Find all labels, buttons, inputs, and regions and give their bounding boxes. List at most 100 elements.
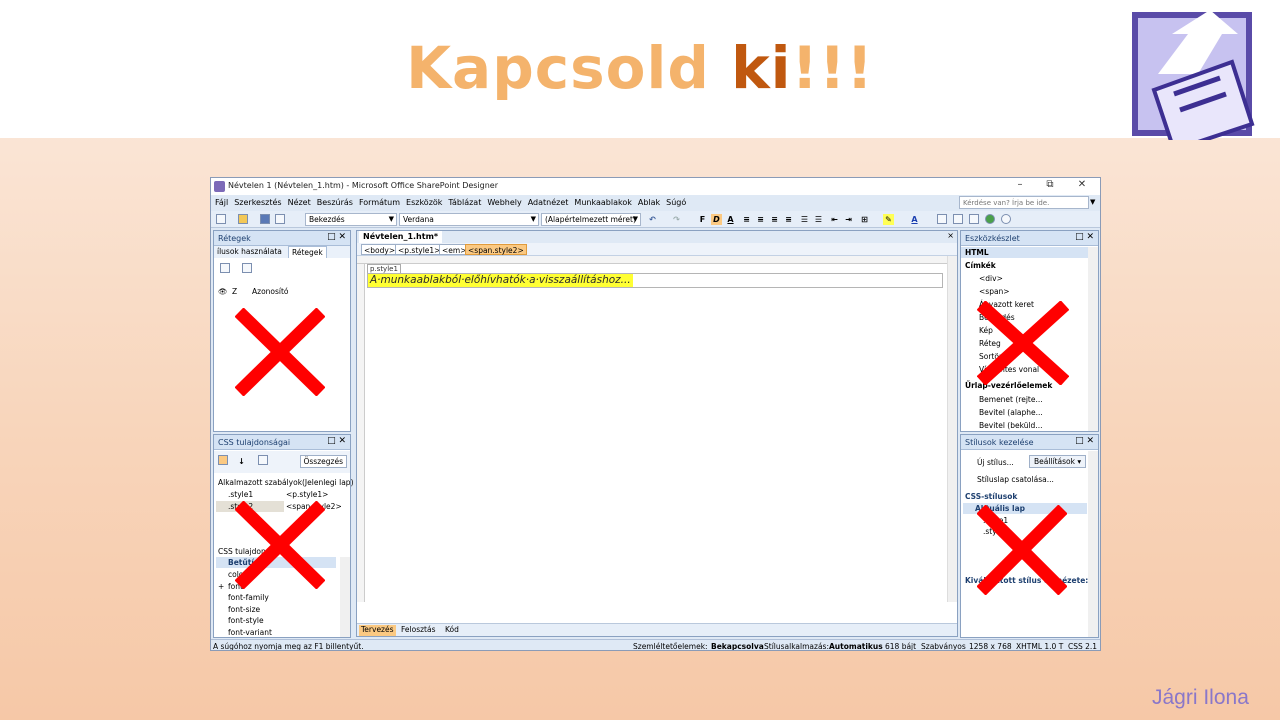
status-resolution[interactable]: 1258 x 768 <box>969 642 1012 650</box>
borders-icon[interactable]: ⊞ <box>859 214 870 225</box>
preview-browser-icon[interactable] <box>985 214 995 224</box>
align-left-icon[interactable]: ≡ <box>741 214 752 225</box>
status-visual-aids-value[interactable]: Bekapcsolva <box>711 642 764 650</box>
menu-data-view[interactable]: Adatnézet <box>528 198 569 207</box>
align-center-icon[interactable]: ≡ <box>755 214 766 225</box>
menu-edit[interactable]: Szerkesztés <box>234 198 281 207</box>
eye-icon[interactable]: 👁 <box>218 287 228 296</box>
prop-font-style[interactable]: font-style <box>228 616 264 625</box>
new-style-link[interactable]: Új stílus... <box>977 458 1014 467</box>
rule-tag-1[interactable]: <p.style1> <box>286 490 328 499</box>
rule-tag-2[interactable]: <span.style2> <box>286 502 342 511</box>
help-search-input[interactable]: Kérdése van? Írja be ide. <box>959 196 1089 209</box>
html-section[interactable]: HTML <box>965 248 989 257</box>
tool-line-break[interactable]: Sortörés <box>979 352 1010 361</box>
menu-task-panes[interactable]: Munkaablakok <box>574 198 631 207</box>
editor-scrollbar[interactable] <box>947 256 957 602</box>
draw-layer-icon[interactable] <box>242 263 252 273</box>
tab-layers[interactable]: Rétegek <box>288 246 327 258</box>
tag-span-style2[interactable]: <span.style2> <box>465 244 527 255</box>
new-document-icon[interactable] <box>216 214 226 224</box>
styles-scrollbar[interactable] <box>1088 451 1098 637</box>
style-item-1[interactable]: .style1 <box>983 516 1008 525</box>
help-dropdown-icon[interactable]: ▼ <box>1090 198 1095 206</box>
prop-font-size[interactable]: font-size <box>228 605 260 614</box>
restore-button[interactable]: ⧉ <box>1039 179 1061 193</box>
document-tab[interactable]: Névtelen_1.htm* <box>359 231 443 243</box>
insert-layer-icon[interactable] <box>220 263 230 273</box>
status-standard[interactable]: Szabványos <box>921 642 966 650</box>
options-button[interactable]: Beállítások ▾ <box>1029 455 1087 468</box>
rule-name-2[interactable]: .style2 <box>228 502 253 511</box>
italic-button[interactable]: D <box>711 214 722 225</box>
align-right-icon[interactable]: ≡ <box>769 214 780 225</box>
layout-table-icon[interactable] <box>937 214 947 224</box>
menu-format[interactable]: Formátum <box>359 198 400 207</box>
summary-button[interactable]: Összegzés <box>299 455 347 468</box>
style-item-2[interactable]: .style2 <box>983 527 1008 536</box>
numbered-list-icon[interactable]: ☰ <box>799 214 810 225</box>
form-section[interactable]: Űrlap-vezérlőelemek <box>965 381 1052 390</box>
highlight-icon[interactable]: ✎ <box>883 214 894 225</box>
decrease-indent-icon[interactable]: ⇤ <box>829 214 840 225</box>
rule-name-1[interactable]: .style1 <box>228 490 253 499</box>
tags-section[interactable]: Címkék <box>965 261 996 270</box>
menu-tools[interactable]: Eszközök <box>406 198 442 207</box>
tool-input-hidden[interactable]: Bemenet (rejte... <box>979 395 1043 404</box>
close-button[interactable]: ✕ <box>1071 179 1093 193</box>
increase-indent-icon[interactable]: ⇥ <box>843 214 854 225</box>
status-doctype[interactable]: XHTML 1.0 T <box>1016 642 1063 650</box>
status-style-app-label[interactable]: Stílusalkalmazás: <box>764 642 829 650</box>
close-document-icon[interactable]: × <box>947 231 954 240</box>
menu-site[interactable]: Webhely <box>487 198 521 207</box>
sort-az-icon[interactable]: ↓ <box>236 456 247 467</box>
font-family-select[interactable]: Verdana ▼ <box>399 213 539 226</box>
underline-font-color-button[interactable]: A <box>725 214 736 225</box>
redo-icon[interactable]: ↷ <box>671 214 682 225</box>
justify-icon[interactable]: ≡ <box>783 214 794 225</box>
menu-table[interactable]: Táblázat <box>448 198 481 207</box>
attach-stylesheet-link[interactable]: Stíluslap csatolása... <box>977 475 1054 484</box>
tool-layer[interactable]: Réteg <box>979 339 1001 348</box>
tab-style-usage[interactable]: ílusok használata <box>214 246 285 258</box>
panel-buttons[interactable]: □ ✕ <box>327 232 346 242</box>
css-props-scrollbar[interactable] <box>340 557 350 637</box>
minimize-button[interactable]: – <box>1009 179 1031 193</box>
tool-image[interactable]: Kép <box>979 326 993 335</box>
categorized-icon[interactable] <box>218 455 228 465</box>
tool-paragraph[interactable]: Bekezdés <box>979 313 1015 322</box>
tab-design[interactable]: Tervezés <box>359 625 396 636</box>
status-style-app-value[interactable]: Automatikus <box>829 642 883 650</box>
selected-text[interactable]: A·munkaablakból·előhívhatók·a·visszaállí… <box>368 274 633 287</box>
tool-input-submit[interactable]: Bevitel (beküld... <box>979 421 1042 430</box>
panel-buttons[interactable]: □ ✕ <box>327 436 346 446</box>
panel-buttons[interactable]: □ ✕ <box>1075 436 1094 446</box>
tool-div[interactable]: <div> <box>979 274 1003 283</box>
publish-icon[interactable] <box>275 214 285 224</box>
tool-span[interactable]: <span> <box>979 287 1010 296</box>
tool-input-default[interactable]: Bevitel (alaphe... <box>979 408 1043 417</box>
tab-code[interactable]: Kód <box>443 625 461 636</box>
open-folder-icon[interactable] <box>238 214 248 224</box>
prop-font-variant[interactable]: font-variant <box>228 628 272 637</box>
prop-font[interactable]: font <box>228 582 243 591</box>
expand-icon[interactable]: + <box>218 582 224 591</box>
frame-icon[interactable] <box>953 214 963 224</box>
toolbox-scrollbar[interactable] <box>1088 247 1098 431</box>
status-visual-aids-label[interactable]: Szemléltetőelemek: <box>633 642 708 650</box>
menu-help[interactable]: Súgó <box>666 198 686 207</box>
bold-button[interactable]: F <box>697 214 708 225</box>
status-css[interactable]: CSS 2.1 <box>1068 642 1097 650</box>
paragraph-style-select[interactable]: Bekezdés ▼ <box>305 213 397 226</box>
menu-view[interactable]: Nézet <box>288 198 311 207</box>
tool-horizontal-line[interactable]: Vízszintes vonal <box>979 365 1039 374</box>
stop-icon[interactable] <box>1001 214 1011 224</box>
bullet-list-icon[interactable]: ☰ <box>813 214 824 225</box>
menu-window[interactable]: Ablak <box>638 198 660 207</box>
undo-icon[interactable]: ↶ <box>647 214 658 225</box>
font-color-icon[interactable]: A <box>909 214 920 225</box>
prop-color[interactable]: color <box>228 570 246 579</box>
menu-insert[interactable]: Beszúrás <box>317 198 353 207</box>
tag-p-style1[interactable]: <p.style1> <box>395 244 444 255</box>
panel-buttons[interactable]: □ ✕ <box>1075 232 1094 242</box>
